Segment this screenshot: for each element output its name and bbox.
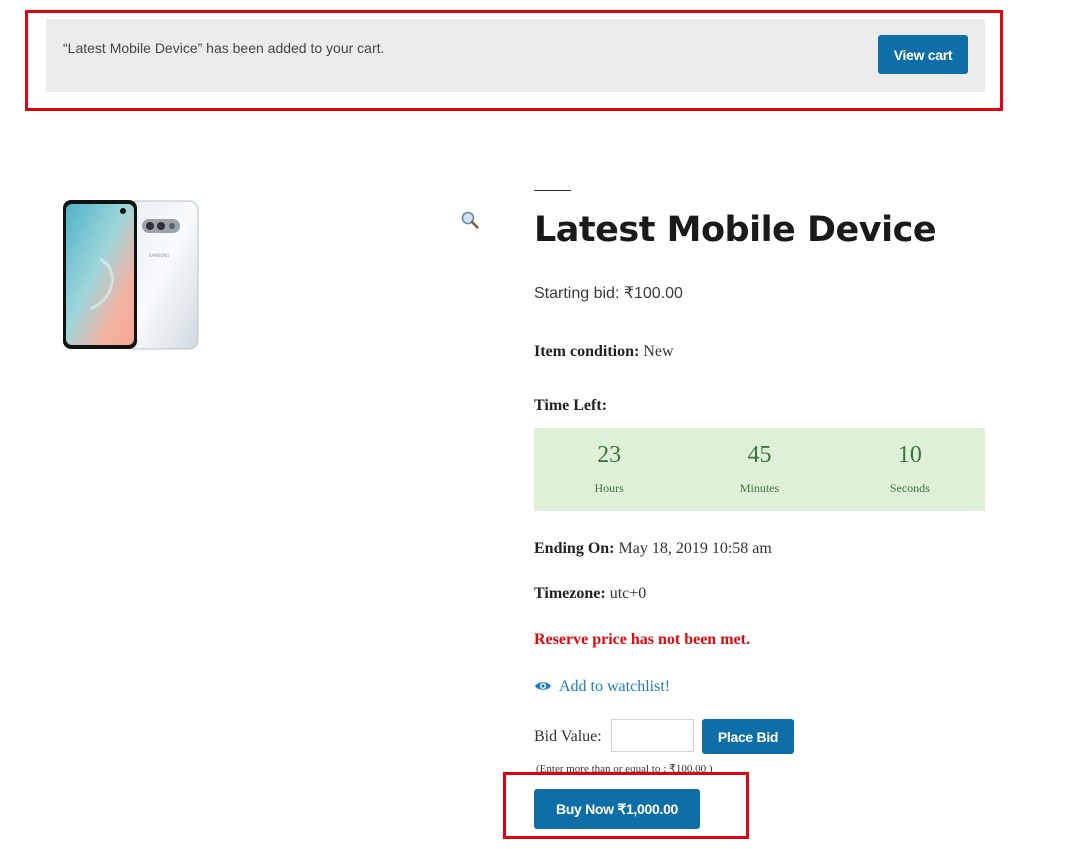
magnifier-icon[interactable] — [460, 210, 480, 230]
item-condition-value: New — [643, 343, 674, 360]
product-title: Latest Mobile Device — [534, 210, 937, 250]
timezone-value: utc+0 — [609, 585, 647, 602]
ending-on: Ending On: May 18, 2019 10:58 am — [534, 540, 772, 558]
countdown-seconds-label: Seconds — [889, 481, 930, 495]
time-left-label-text: Time Left: — [534, 397, 608, 414]
item-condition-label: Item condition: — [534, 343, 640, 360]
ending-on-label: Ending On: — [534, 540, 615, 557]
time-left-label: Time Left: — [534, 397, 607, 415]
countdown-timer: 23 Hours 45 Minutes 10 Seconds — [534, 428, 985, 511]
item-condition: Item condition: New — [534, 343, 674, 361]
countdown-seconds-value: 10 — [897, 442, 922, 468]
countdown-minutes-value: 45 — [747, 442, 772, 468]
add-to-watchlist-label[interactable]: Add to watchlist! — [559, 678, 670, 696]
countdown-hours: 23 Hours — [549, 428, 669, 511]
bid-value-label: Bid Value: — [534, 728, 602, 745]
starting-bid: Starting bid: ₹100.00 — [534, 285, 683, 302]
reserve-price-message: Reserve price has not been met. — [534, 631, 750, 648]
title-divider — [534, 190, 571, 191]
highlight-frame-notice — [25, 10, 1003, 111]
timezone-label: Timezone: — [534, 585, 606, 602]
countdown-minutes-label: Minutes — [739, 481, 780, 495]
product-image[interactable]: SAMSUNG — [60, 199, 200, 351]
countdown-hours-label: Hours — [594, 481, 624, 495]
eye-icon — [535, 682, 551, 690]
countdown-hours-value: 23 — [597, 442, 622, 468]
svg-text:SAMSUNG: SAMSUNG — [149, 253, 169, 258]
countdown-seconds: 10 Seconds — [850, 428, 970, 511]
countdown-minutes: 45 Minutes — [699, 428, 819, 511]
highlight-frame-buy-now — [503, 772, 749, 839]
add-to-watchlist-link[interactable]: Add to watchlist! — [534, 678, 670, 696]
timezone: Timezone: utc+0 — [534, 585, 646, 603]
bid-value-input[interactable] — [611, 719, 694, 752]
ending-on-value: May 18, 2019 10:58 am — [618, 540, 772, 557]
place-bid-button[interactable]: Place Bid — [702, 719, 794, 754]
